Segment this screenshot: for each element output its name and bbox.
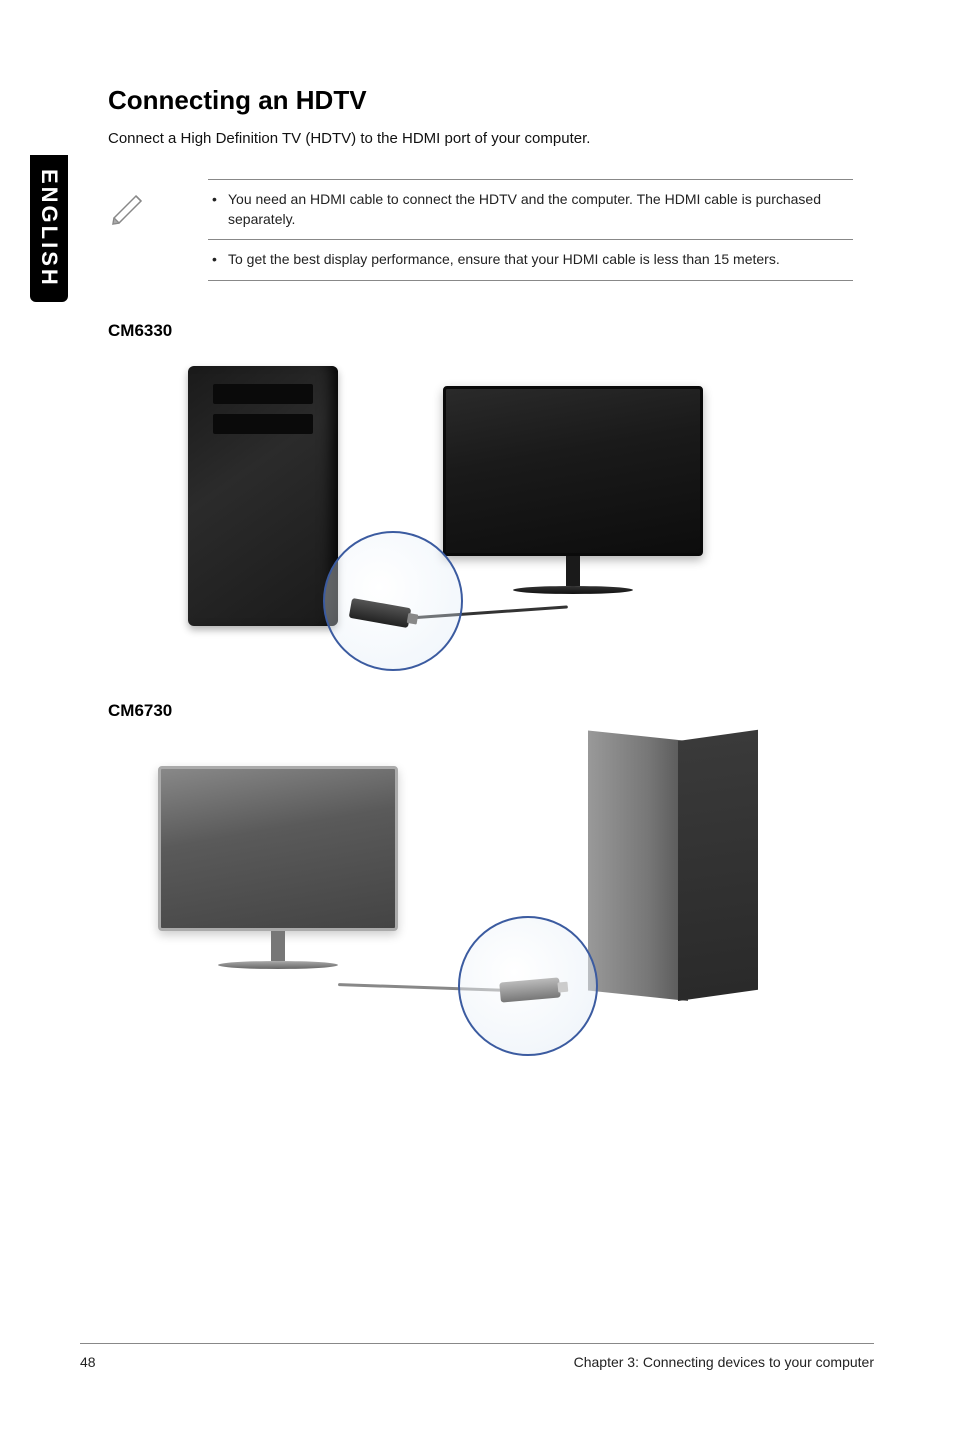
diagram-cm6330 (108, 361, 853, 661)
monitor-icon (443, 386, 703, 594)
hdmi-plug-icon (349, 598, 412, 628)
chapter-title: Chapter 3: Connecting devices to your co… (574, 1354, 874, 1370)
zoom-circle-icon (323, 531, 463, 671)
computer-tower-icon (588, 741, 758, 1001)
zoom-circle-icon (458, 916, 598, 1056)
note-item: You need an HDMI cable to connect the HD… (208, 180, 853, 239)
model-heading: CM6330 (108, 321, 853, 341)
note-text: You need an HDMI cable to connect the HD… (208, 179, 853, 281)
monitor-icon (158, 766, 398, 969)
pencil-note-icon (108, 185, 148, 230)
page-content: Connecting an HDTV Connect a High Defini… (108, 85, 853, 1101)
diagram-cm6730 (108, 741, 853, 1061)
page-number: 48 (80, 1354, 96, 1370)
page-footer: 48 Chapter 3: Connecting devices to your… (80, 1343, 874, 1370)
language-tab: ENGLISH (30, 155, 68, 302)
intro-text: Connect a High Definition TV (HDTV) to t… (108, 130, 853, 147)
page-heading: Connecting an HDTV (108, 85, 853, 116)
note-block: You need an HDMI cable to connect the HD… (108, 179, 853, 281)
computer-tower-icon (188, 366, 338, 626)
note-item: To get the best display performance, ens… (208, 240, 853, 280)
model-heading: CM6730 (108, 701, 853, 721)
hdmi-plug-icon (499, 977, 561, 1002)
